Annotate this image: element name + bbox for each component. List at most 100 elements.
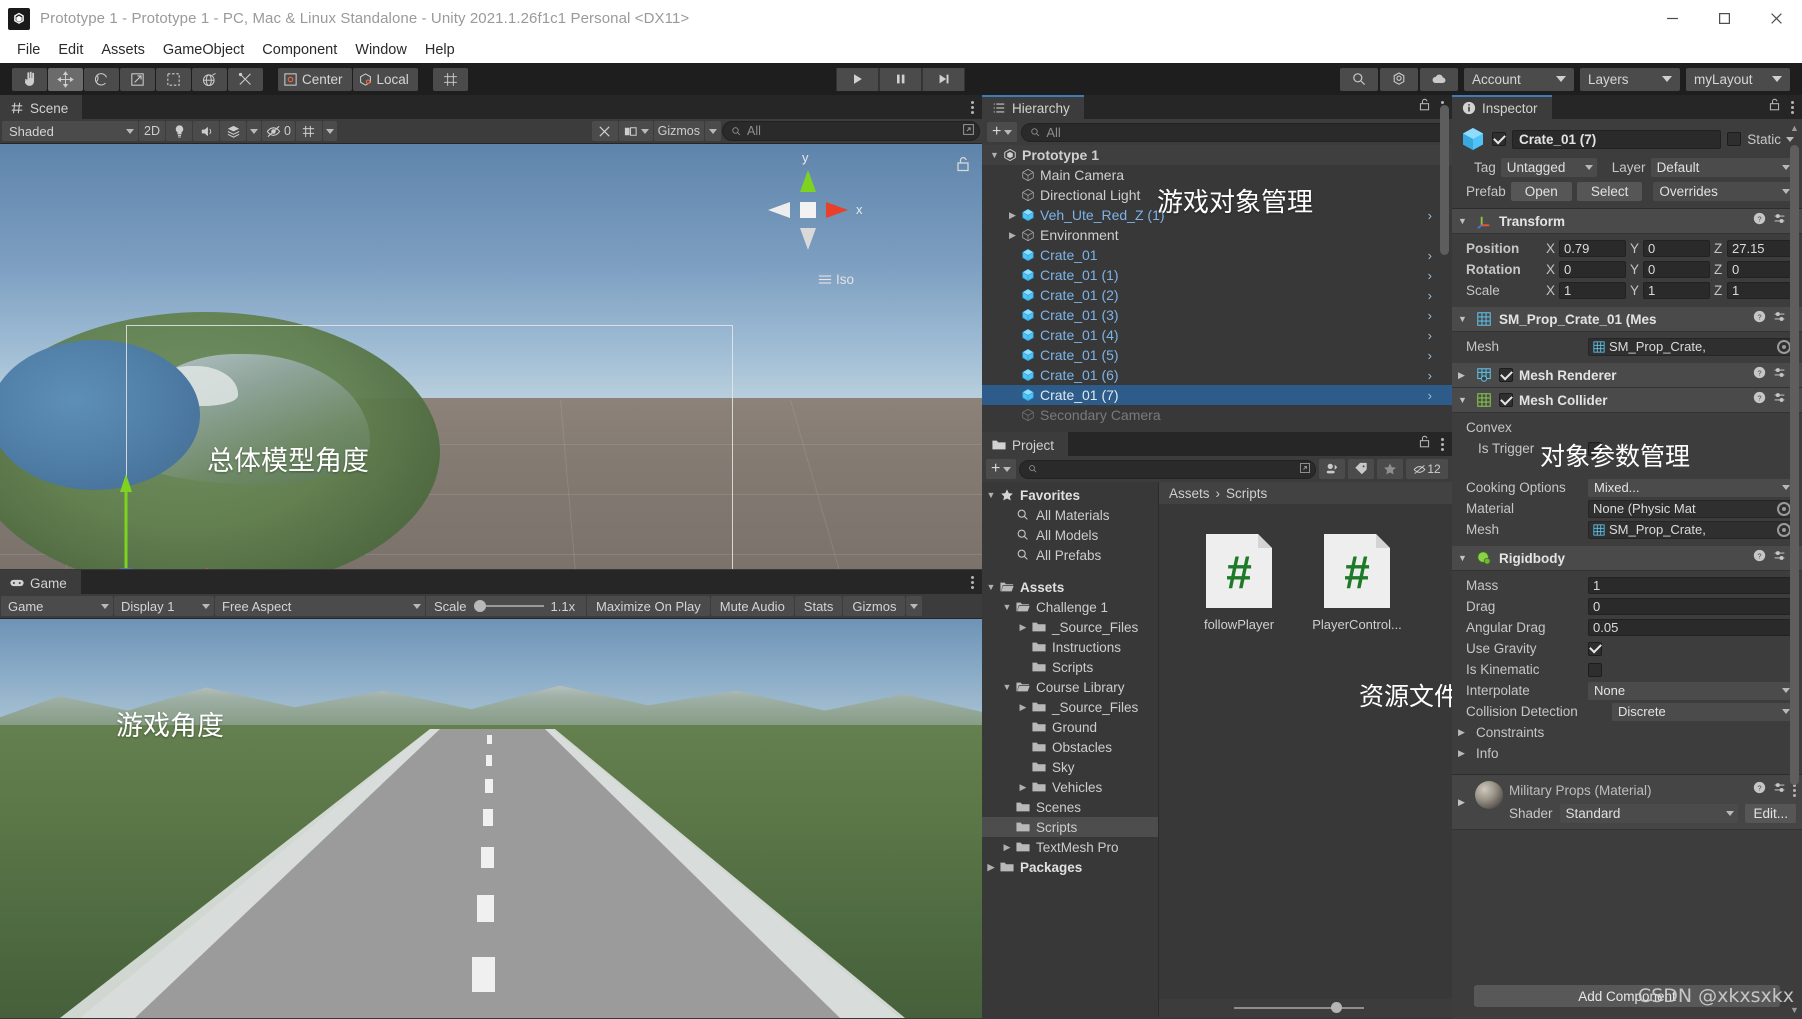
rect-tool[interactable] [156, 67, 191, 91]
scrollbar-thumb[interactable] [1790, 145, 1799, 785]
collapse-triangle-icon[interactable]: ▼ [984, 582, 998, 592]
mute-audio-button[interactable]: Mute Audio [710, 596, 794, 616]
is-kinematic-checkbox[interactable] [1588, 662, 1602, 677]
scroll-down-arrow[interactable]: ▼ [1790, 1005, 1799, 1015]
scale-slider-track[interactable] [473, 600, 544, 612]
shading-mode-dropdown[interactable]: Shaded [2, 121, 138, 141]
prefab-open-chevron-icon[interactable]: › [1428, 268, 1432, 283]
custom-tool[interactable] [228, 67, 263, 91]
menu-window[interactable]: Window [346, 40, 416, 60]
favorites-star-icon[interactable] [1377, 459, 1403, 479]
preset-icon[interactable] [1773, 366, 1786, 384]
project-tree-item[interactable]: Obstacles [982, 737, 1158, 757]
rotate-tool[interactable] [84, 67, 119, 91]
scale-z-input[interactable]: 1 [1727, 282, 1794, 299]
filter-by-type-icon[interactable] [1319, 459, 1345, 479]
layer-dropdown[interactable]: Default [1650, 158, 1794, 177]
hand-tool[interactable] [12, 67, 47, 91]
expand-triangle-icon[interactable]: ▶ [1016, 702, 1030, 713]
project-tree-item[interactable]: Scenes [982, 797, 1158, 817]
game-scale-slider[interactable]: Scale 1.1x [426, 596, 586, 616]
prefab-open-chevron-icon[interactable]: › [1428, 208, 1432, 223]
collider-material-field[interactable]: None (Physic Mat [1588, 499, 1794, 518]
collapse-triangle-icon[interactable]: ▼ [1458, 314, 1469, 324]
collision-detection-dropdown[interactable]: Discrete [1612, 702, 1794, 721]
grid-visibility-icon[interactable] [295, 121, 322, 141]
gizmos-button[interactable]: Gizmos [653, 121, 704, 141]
lighting-icon[interactable] [166, 121, 192, 141]
menu-assets[interactable]: Assets [92, 40, 154, 60]
mesh-object-field[interactable]: SM_Prop_Crate, [1588, 337, 1794, 356]
constraints-row[interactable]: ▶ Constraints [1452, 722, 1802, 743]
project-tree-item[interactable]: ▶ TextMesh Pro [982, 837, 1158, 857]
object-active-checkbox[interactable] [1492, 132, 1506, 146]
component-header-rigidbody[interactable]: ▼ Rigidbody ? [1452, 546, 1802, 571]
aspect-dropdown[interactable]: Free Aspect [215, 596, 425, 616]
scene-viewport[interactable]: 总体模型角度 y x Iso [0, 144, 982, 569]
tab-scene[interactable]: Scene [0, 95, 83, 119]
scroll-up-arrow[interactable]: ▲ [1790, 123, 1799, 133]
collapse-triangle-icon[interactable]: ▼ [1000, 602, 1014, 612]
account-dropdown[interactable]: Account [1464, 67, 1574, 91]
hierarchy-item[interactable]: Crate_01 (6) › [982, 365, 1452, 385]
expand-triangle-icon[interactable]: ▶ [1016, 782, 1030, 793]
position-z-input[interactable]: 27.15 [1727, 240, 1794, 257]
rotation-y-input[interactable]: 0 [1643, 261, 1710, 278]
filter-by-label-icon[interactable] [1348, 459, 1374, 479]
expand-triangle-icon[interactable]: ▶ [1000, 842, 1014, 853]
maximize-on-play-button[interactable]: Maximize On Play [587, 596, 710, 616]
project-tree-item[interactable]: ▶ _Source_Files [982, 697, 1158, 717]
hierarchy-scrollbar[interactable] [1439, 97, 1450, 416]
expand-triangle-icon[interactable]: ▶ [1016, 622, 1030, 633]
thumbnail-size-slider[interactable] [1233, 1002, 1364, 1013]
hierarchy-item[interactable]: Crate_01 (4) › [982, 325, 1452, 345]
scene-menu-icon[interactable] [971, 100, 974, 114]
interpolate-dropdown[interactable]: None [1588, 681, 1794, 700]
project-tree-item[interactable]: ▼ Challenge 1 [982, 597, 1158, 617]
game-menu-icon[interactable] [971, 575, 974, 589]
mesh-renderer-enabled-checkbox[interactable] [1499, 368, 1513, 382]
breadcrumb-assets[interactable]: Assets [1169, 486, 1210, 501]
project-folder-tree[interactable]: ▼ Favorites All Materials All Models All Pre… [982, 482, 1158, 1017]
help-icon[interactable]: ? [1753, 366, 1766, 384]
project-tree-item[interactable]: All Materials [982, 505, 1158, 525]
play-icon[interactable] [836, 67, 879, 91]
projection-mode-label[interactable]: Iso [818, 272, 854, 287]
prefab-open-chevron-icon[interactable]: › [1428, 388, 1432, 403]
grid-snap-icon[interactable] [432, 67, 468, 91]
game-target-dropdown[interactable]: Game [1, 596, 113, 616]
create-asset-button[interactable]: + [986, 459, 1017, 479]
component-header-mesh-filter[interactable]: ▼ SM_Prop_Crate_01 (Mes ? [1452, 307, 1802, 332]
shader-dropdown[interactable]: Standard [1559, 804, 1739, 823]
cloud-icon[interactable] [1420, 67, 1458, 91]
hierarchy-item[interactable]: Crate_01 (1) › [982, 265, 1452, 285]
mesh-collider-enabled-checkbox[interactable] [1499, 393, 1513, 407]
collapse-triangle-icon[interactable]: ▼ [1458, 553, 1469, 563]
preset-icon[interactable] [1773, 212, 1786, 230]
breadcrumb-scripts[interactable]: Scripts [1226, 486, 1267, 501]
prefab-open-chevron-icon[interactable]: › [1428, 368, 1432, 383]
static-checkbox[interactable] [1727, 132, 1742, 146]
scene-visibility-button[interactable]: 0 [262, 121, 295, 141]
prefab-overrides-dropdown[interactable]: Overrides [1653, 182, 1794, 201]
collab-icon[interactable] [1380, 67, 1418, 91]
project-tree-item[interactable]: Sky [982, 757, 1158, 777]
component-tools-icon[interactable] [591, 121, 618, 141]
layout-dropdown[interactable]: myLayout [1686, 67, 1790, 91]
lock-open-icon[interactable] [956, 156, 970, 177]
menu-edit[interactable]: Edit [49, 40, 92, 60]
scale-x-input[interactable]: 1 [1559, 282, 1626, 299]
info-row[interactable]: ▶ Info [1452, 743, 1802, 764]
game-viewport[interactable]: 游戏角度 [0, 619, 982, 1018]
audio-icon[interactable] [193, 121, 219, 141]
layers-dropdown[interactable]: Layers [1580, 67, 1680, 91]
prefab-open-chevron-icon[interactable]: › [1428, 288, 1432, 303]
lock-open-icon[interactable] [1418, 98, 1431, 116]
preset-icon[interactable] [1773, 391, 1786, 409]
hierarchy-item[interactable]: ▶ Environment [982, 225, 1452, 245]
inspector-menu-icon[interactable] [1791, 100, 1794, 114]
hierarchy-item[interactable]: Crate_01 (3) › [982, 305, 1452, 325]
hierarchy-item[interactable]: ▼ Prototype 1 [982, 145, 1452, 165]
project-tree-item[interactable]: ▼ Assets [982, 577, 1158, 597]
step-icon[interactable] [922, 67, 965, 91]
